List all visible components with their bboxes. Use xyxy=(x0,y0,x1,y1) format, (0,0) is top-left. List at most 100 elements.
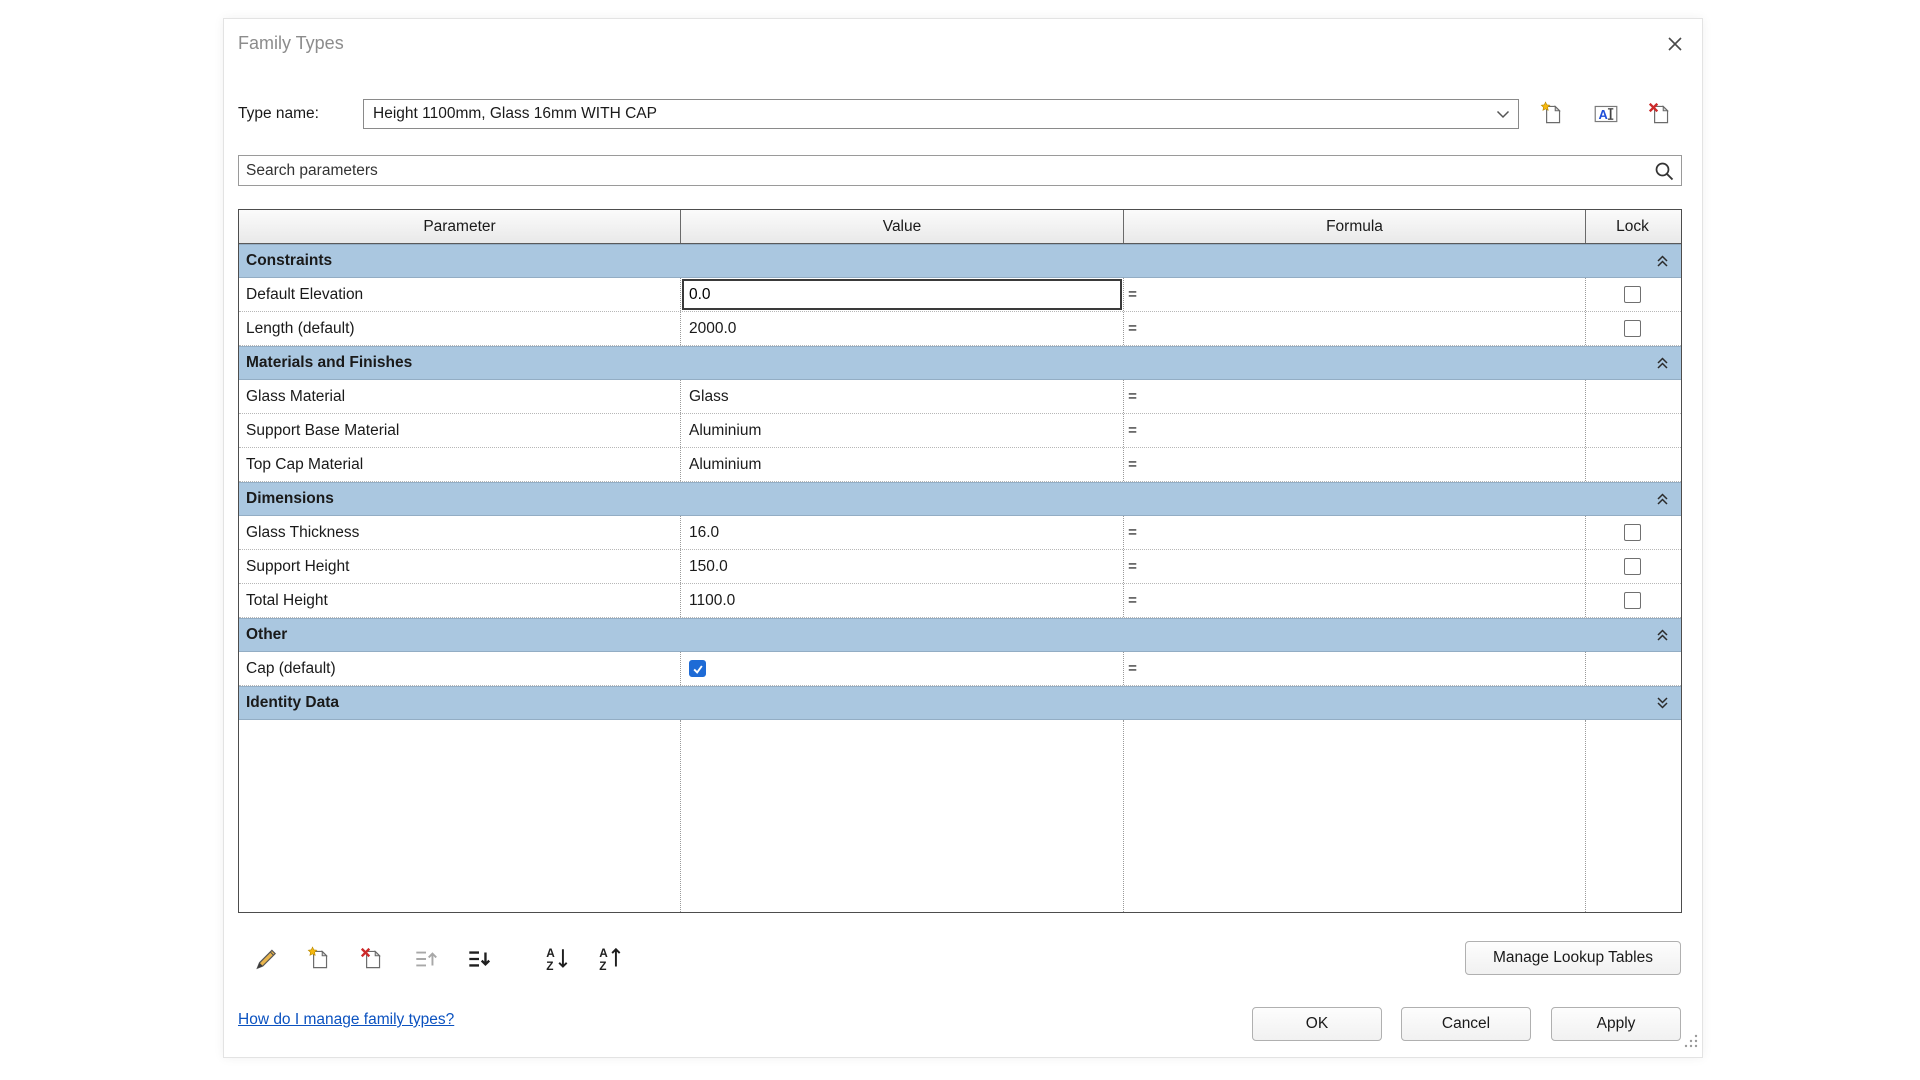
move-parameter-up-button[interactable] xyxy=(406,941,446,977)
lock-cell xyxy=(1586,448,1679,481)
param-label: Glass Material xyxy=(246,388,345,406)
lock-cell xyxy=(1586,652,1679,685)
lock-checkbox[interactable] xyxy=(1624,286,1641,303)
new-parameter-icon xyxy=(305,945,333,973)
rename-type-button[interactable]: A xyxy=(1588,97,1624,131)
lock-cell xyxy=(1586,414,1679,447)
table-header-row: Parameter Value Formula Lock xyxy=(239,210,1681,244)
family-types-dialog: Family Types Type name: Height 1100mm, G… xyxy=(223,18,1703,1058)
formula-cell[interactable]: = xyxy=(1124,448,1586,481)
combobox-dropdown-button[interactable] xyxy=(1488,100,1518,128)
parameters-table: Parameter Value Formula Lock Constraints… xyxy=(238,209,1682,913)
value-text: 150.0 xyxy=(689,558,728,576)
chevron-down-icon xyxy=(1496,110,1510,119)
value-cell[interactable]: 1100.0 xyxy=(681,584,1124,617)
value-cell[interactable]: 16.0 xyxy=(681,516,1124,549)
formula-equals: = xyxy=(1128,286,1137,304)
new-parameter-button[interactable] xyxy=(299,941,339,977)
param-cell: Total Height xyxy=(239,584,681,617)
param-label: Length (default) xyxy=(246,320,355,338)
value-cell[interactable]: Glass xyxy=(681,380,1124,413)
lock-checkbox[interactable] xyxy=(1624,524,1641,541)
table-row: Total Height 1100.0 = xyxy=(239,584,1681,618)
section-header-dimensions[interactable]: Dimensions xyxy=(239,482,1681,516)
formula-cell[interactable]: = xyxy=(1124,584,1586,617)
table-empty-area xyxy=(239,720,1681,912)
lock-cell[interactable] xyxy=(1586,278,1679,311)
formula-cell[interactable]: = xyxy=(1124,652,1586,685)
param-label: Support Base Material xyxy=(246,422,399,440)
delete-parameter-button[interactable] xyxy=(352,941,392,977)
section-header-materials[interactable]: Materials and Finishes xyxy=(239,346,1681,380)
table-row: Glass Thickness 16.0 = xyxy=(239,516,1681,550)
svg-text:A: A xyxy=(546,946,555,960)
search-icon[interactable] xyxy=(1647,160,1681,182)
edit-parameters-button[interactable] xyxy=(246,941,286,977)
header-lock: Lock xyxy=(1586,210,1679,243)
lock-cell[interactable] xyxy=(1586,584,1679,617)
lock-cell[interactable] xyxy=(1586,312,1679,345)
value-input-focused[interactable] xyxy=(682,279,1122,310)
formula-cell[interactable]: = xyxy=(1124,380,1586,413)
move-parameter-down-button[interactable] xyxy=(459,941,499,977)
formula-equals: = xyxy=(1128,456,1137,474)
formula-equals: = xyxy=(1128,558,1137,576)
lock-cell[interactable] xyxy=(1586,550,1679,583)
value-checkbox-checked[interactable] xyxy=(689,660,706,677)
formula-cell[interactable]: = xyxy=(1124,414,1586,447)
value-cell[interactable]: 2000.0 xyxy=(681,312,1124,345)
formula-equals: = xyxy=(1128,422,1137,440)
param-cell: Length (default) xyxy=(239,312,681,345)
table-row: Default Elevation = xyxy=(239,278,1681,312)
move-parameter-down-icon xyxy=(465,945,493,973)
section-header-identity-data[interactable]: Identity Data xyxy=(239,686,1681,720)
resize-grip-icon xyxy=(1683,1033,1699,1049)
delete-type-button[interactable] xyxy=(1642,97,1678,131)
move-parameter-up-icon xyxy=(412,945,440,973)
help-link[interactable]: How do I manage family types? xyxy=(238,1011,454,1029)
sort-ascending-button[interactable]: A Z xyxy=(537,941,577,977)
formula-cell[interactable]: = xyxy=(1124,278,1586,311)
param-cell: Glass Material xyxy=(239,380,681,413)
collapse-chevron-up-icon xyxy=(1656,254,1681,268)
collapse-chevron-up-icon xyxy=(1656,356,1681,370)
formula-cell[interactable]: = xyxy=(1124,516,1586,549)
apply-button[interactable]: Apply xyxy=(1551,1007,1681,1041)
search-input[interactable] xyxy=(239,156,1647,185)
value-cell[interactable] xyxy=(681,652,1124,685)
formula-equals: = xyxy=(1128,660,1137,678)
lock-checkbox[interactable] xyxy=(1624,320,1641,337)
value-cell[interactable]: 150.0 xyxy=(681,550,1124,583)
manage-lookup-tables-button[interactable]: Manage Lookup Tables xyxy=(1465,941,1681,975)
formula-equals: = xyxy=(1128,320,1137,338)
section-label: Materials and Finishes xyxy=(239,354,1656,372)
cancel-button[interactable]: Cancel xyxy=(1401,1007,1531,1041)
ok-button[interactable]: OK xyxy=(1252,1007,1382,1041)
collapse-chevron-up-icon xyxy=(1656,628,1681,642)
param-label: Total Height xyxy=(246,592,328,610)
value-cell[interactable]: Aluminium xyxy=(681,414,1124,447)
lock-checkbox[interactable] xyxy=(1624,592,1641,609)
close-button[interactable] xyxy=(1660,29,1690,59)
formula-cell[interactable]: = xyxy=(1124,312,1586,345)
section-header-other[interactable]: Other xyxy=(239,618,1681,652)
value-text: Aluminium xyxy=(689,456,761,474)
lock-checkbox[interactable] xyxy=(1624,558,1641,575)
header-parameter: Parameter xyxy=(239,210,681,243)
value-cell[interactable] xyxy=(681,278,1124,311)
type-name-combobox[interactable]: Height 1100mm, Glass 16mm WITH CAP xyxy=(363,99,1519,129)
svg-text:A: A xyxy=(1598,107,1607,122)
param-cell: Support Height xyxy=(239,550,681,583)
pencil-icon xyxy=(252,945,280,973)
new-type-button[interactable] xyxy=(1534,97,1570,131)
lock-cell[interactable] xyxy=(1586,516,1679,549)
section-header-constraints[interactable]: Constraints xyxy=(239,244,1681,278)
sort-descending-button[interactable]: A Z xyxy=(590,941,630,977)
param-cell: Glass Thickness xyxy=(239,516,681,549)
resize-grip[interactable] xyxy=(1683,1033,1699,1054)
section-label: Dimensions xyxy=(239,490,1656,508)
formula-cell[interactable]: = xyxy=(1124,550,1586,583)
section-label: Other xyxy=(239,626,1656,644)
table-row: Cap (default) = xyxy=(239,652,1681,686)
value-cell[interactable]: Aluminium xyxy=(681,448,1124,481)
